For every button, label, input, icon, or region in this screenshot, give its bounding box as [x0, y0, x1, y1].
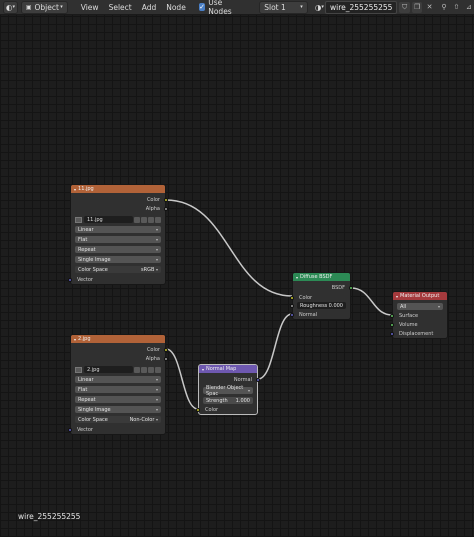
collapse-arrow-icon[interactable]: ▾: [74, 187, 76, 192]
extension-dropdown[interactable]: Repeat ▾: [75, 246, 161, 253]
normal-map-node[interactable]: ▾ Normal Map Normal Blender Object Spac ▾ …: [196, 364, 260, 415]
shield-icon[interactable]: [134, 216, 140, 223]
image-name-field[interactable]: 2.jpg: [84, 366, 133, 373]
socket-color-out[interactable]: [164, 348, 168, 352]
output-color: Color: [146, 346, 160, 353]
colorspace-dropdown[interactable]: Color Space Non-Color ▾: [75, 416, 161, 423]
input-vector: Vector: [77, 426, 93, 433]
socket-alpha-out[interactable]: [164, 357, 168, 361]
input-volume: Volume: [399, 321, 418, 328]
projection-dropdown[interactable]: Flat ▾: [75, 386, 161, 393]
copy-icon[interactable]: [141, 216, 147, 223]
chevron-down-icon: ▾: [155, 377, 158, 382]
link-tex1-color-to-diffuse-color: [165, 199, 293, 297]
chevron-down-icon: ▾: [155, 247, 158, 252]
socket-roughness-in[interactable]: [290, 304, 294, 308]
output-alpha: Alpha: [145, 205, 160, 212]
source-dropdown[interactable]: Single Image ▾: [75, 406, 161, 413]
socket-color-in[interactable]: [196, 408, 200, 412]
collapse-arrow-icon[interactable]: ▾: [202, 367, 204, 372]
socket-bsdf-out[interactable]: [349, 286, 353, 290]
socket-color-out[interactable]: [164, 198, 168, 202]
extension-dropdown[interactable]: Repeat ▾: [75, 396, 161, 403]
target-dropdown[interactable]: All ▾: [397, 303, 443, 310]
socket-vector-in[interactable]: [68, 278, 72, 282]
chevron-down-icon: ▾: [155, 237, 158, 242]
chevron-down-icon: ▾: [155, 416, 158, 422]
chevron-down-icon: ▾: [155, 387, 158, 392]
input-surface: Surface: [399, 312, 419, 319]
folder-icon[interactable]: [148, 366, 154, 373]
collapse-arrow-icon[interactable]: ▾: [296, 275, 298, 280]
socket-vector-in[interactable]: [68, 428, 72, 432]
node-header[interactable]: ▾ Normal Map: [199, 365, 257, 373]
output-bsdf: BSDF: [331, 284, 345, 291]
colorspace-dropdown[interactable]: Color Space sRGB ▾: [75, 266, 161, 273]
link-diffuse-bsdf-to-output-surface: [350, 287, 393, 316]
space-dropdown[interactable]: Blender Object Spac ▾: [203, 385, 253, 397]
socket-normal-in[interactable]: [290, 313, 294, 317]
collapse-arrow-icon[interactable]: ▾: [396, 294, 398, 299]
image-selector[interactable]: 11.jpg: [75, 216, 161, 223]
shield-icon[interactable]: [134, 366, 140, 373]
input-color: Color: [205, 406, 219, 413]
input-vector: Vector: [77, 276, 93, 283]
roughness-slider[interactable]: Roughness 0.000: [297, 302, 346, 309]
source-dropdown[interactable]: Single Image ▾: [75, 256, 161, 263]
node-header[interactable]: ▾ 11.jpg: [71, 185, 165, 193]
chevron-down-icon: ▾: [247, 388, 250, 393]
output-color: Color: [146, 196, 160, 203]
chevron-down-icon: ▾: [437, 304, 440, 309]
socket-alpha-out[interactable]: [164, 207, 168, 211]
input-displacement: Displacement: [399, 330, 434, 337]
diffuse-bsdf-node[interactable]: ▾ Diffuse BSDF BSDF Color Roughness 0.000 …: [290, 272, 353, 320]
socket-normal-out[interactable]: [256, 378, 260, 382]
chevron-down-icon: ▾: [155, 407, 158, 412]
copy-icon[interactable]: [141, 366, 147, 373]
chevron-down-icon: ▾: [155, 266, 158, 272]
output-normal: Normal: [233, 376, 252, 383]
strength-slider[interactable]: Strength 1.000: [203, 397, 253, 404]
image-selector[interactable]: 2.jpg: [75, 366, 161, 373]
node-header[interactable]: ▾ 2.jpg: [71, 335, 165, 343]
node-title: Diffuse BSDF: [300, 274, 333, 280]
material-output-node[interactable]: ▾ Material Output All ▾ Surface Volume Dis…: [390, 291, 448, 339]
image-thumbnail-icon[interactable]: [75, 216, 82, 223]
node-title: Material Output: [400, 293, 440, 299]
close-icon[interactable]: [155, 216, 161, 223]
node-tree-name-label: wire_255255255: [18, 512, 81, 521]
socket-displacement-in[interactable]: [390, 332, 394, 336]
node-title: 11.jpg: [78, 186, 94, 192]
image-name-field[interactable]: 11.jpg: [84, 216, 133, 223]
interpolation-dropdown[interactable]: Linear ▾: [75, 376, 161, 383]
close-icon[interactable]: [155, 366, 161, 373]
link-tex2-color-to-normalmap-color: [165, 348, 199, 410]
chevron-down-icon: ▾: [155, 227, 158, 232]
node-header[interactable]: ▾ Material Output: [393, 292, 447, 300]
socket-surface-in[interactable]: [390, 314, 394, 318]
projection-dropdown[interactable]: Flat ▾: [75, 236, 161, 243]
interpolation-dropdown[interactable]: Linear ▾: [75, 226, 161, 233]
link-normalmap-normal-to-diffuse-normal: [257, 313, 293, 380]
node-title: Normal Map: [206, 366, 237, 372]
chevron-down-icon: ▾: [155, 257, 158, 262]
collapse-arrow-icon[interactable]: ▾: [74, 337, 76, 342]
input-color: Color: [299, 294, 313, 301]
image-thumbnail-icon[interactable]: [75, 366, 82, 373]
image-texture-node-1[interactable]: ▾ 11.jpg Color Alpha 11.jpg Linear ▾ Flat ▾…: [68, 184, 168, 285]
socket-color-in[interactable]: [290, 296, 294, 300]
output-alpha: Alpha: [145, 355, 160, 362]
chevron-down-icon: ▾: [155, 397, 158, 402]
socket-volume-in[interactable]: [390, 323, 394, 327]
folder-icon[interactable]: [148, 216, 154, 223]
image-texture-node-2[interactable]: ▾ 2.jpg Color Alpha 2.jpg Linear ▾ Flat ▾ R…: [68, 334, 168, 435]
node-title: 2.jpg: [78, 336, 91, 342]
input-normal: Normal: [299, 311, 318, 318]
node-header[interactable]: ▾ Diffuse BSDF: [293, 273, 350, 281]
